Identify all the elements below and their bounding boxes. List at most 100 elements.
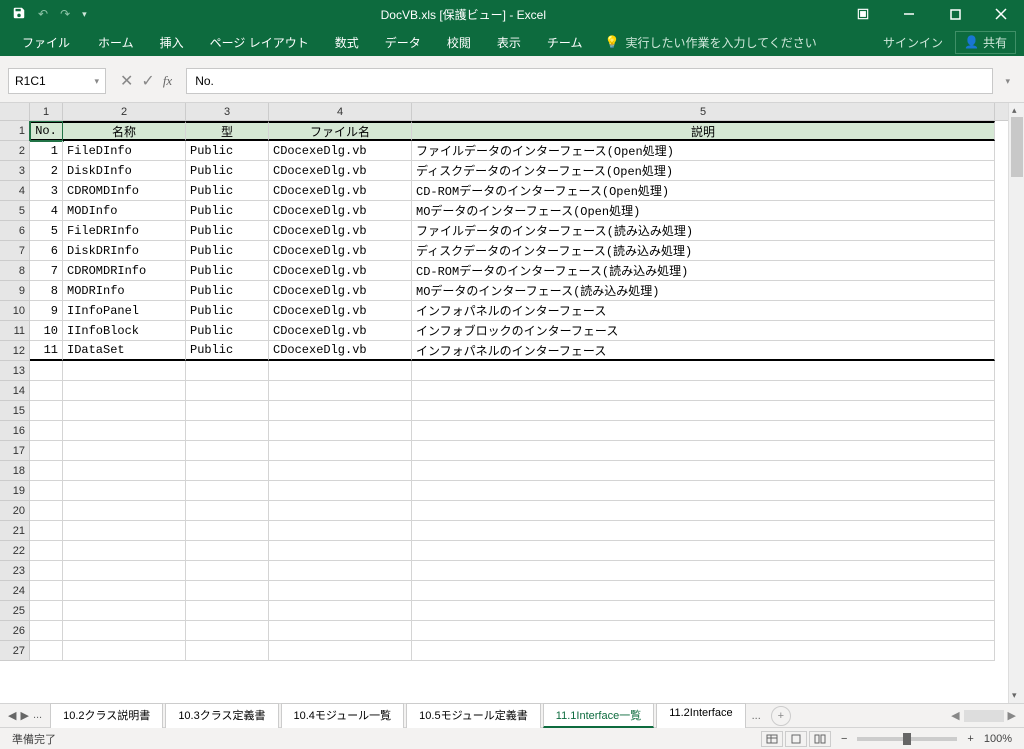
table-cell[interactable]: CDocexeDlg.vb	[269, 341, 412, 361]
table-cell[interactable]	[412, 641, 995, 661]
row-header[interactable]: 20	[0, 501, 30, 521]
table-cell[interactable]	[30, 541, 63, 561]
spreadsheet-grid[interactable]: 12345 1No.名称型ファイル名説明21FileDInfoPublicCDo…	[0, 103, 1024, 703]
row-header[interactable]: 26	[0, 621, 30, 641]
ribbon-tab[interactable]: 表示	[485, 30, 533, 55]
table-cell[interactable]: 10	[30, 321, 63, 341]
sheet-tab[interactable]: 10.3クラス定義書	[165, 703, 278, 728]
row-header[interactable]: 1	[0, 121, 30, 141]
table-cell[interactable]	[412, 521, 995, 541]
row-header[interactable]: 15	[0, 401, 30, 421]
table-cell[interactable]	[412, 581, 995, 601]
table-cell[interactable]	[63, 581, 186, 601]
table-cell[interactable]: Public	[186, 241, 269, 261]
table-header-cell[interactable]: 型	[186, 121, 269, 141]
column-header[interactable]: 5	[412, 103, 995, 120]
sheet-nav-next-icon[interactable]: ▶	[20, 709, 28, 722]
ribbon-tab[interactable]: 校閲	[435, 30, 483, 55]
table-cell[interactable]	[30, 361, 63, 381]
fx-icon[interactable]: fx	[163, 73, 172, 89]
name-box[interactable]: R1C1 ▾	[8, 68, 106, 94]
table-cell[interactable]: ディスクデータのインターフェース(Open処理)	[412, 161, 995, 181]
table-cell[interactable]: CDocexeDlg.vb	[269, 321, 412, 341]
table-header-cell[interactable]: ファイル名	[269, 121, 412, 141]
table-cell[interactable]	[412, 561, 995, 581]
table-cell[interactable]	[412, 441, 995, 461]
table-cell[interactable]: ディスクデータのインターフェース(読み込み処理)	[412, 241, 995, 261]
table-cell[interactable]	[186, 621, 269, 641]
table-cell[interactable]	[186, 581, 269, 601]
table-cell[interactable]	[269, 601, 412, 621]
column-header[interactable]: 4	[269, 103, 412, 120]
zoom-level[interactable]: 100%	[984, 733, 1012, 745]
hscroll-right-icon[interactable]: ▶	[1008, 709, 1016, 722]
table-cell[interactable]: MODRInfo	[63, 281, 186, 301]
expand-formula-icon[interactable]: ▾	[999, 76, 1016, 87]
table-cell[interactable]	[269, 561, 412, 581]
row-header[interactable]: 6	[0, 221, 30, 241]
row-header[interactable]: 8	[0, 261, 30, 281]
table-cell[interactable]: 3	[30, 181, 63, 201]
table-cell[interactable]	[30, 581, 63, 601]
table-cell[interactable]: インフォブロックのインターフェース	[412, 321, 995, 341]
table-cell[interactable]	[30, 461, 63, 481]
table-cell[interactable]: Public	[186, 141, 269, 161]
table-cell[interactable]	[186, 401, 269, 421]
page-break-view-button[interactable]	[809, 731, 831, 747]
close-button[interactable]	[978, 0, 1024, 28]
ribbon-tab[interactable]: 挿入	[148, 30, 196, 55]
sheet-tab[interactable]: 11.2Interface	[656, 703, 745, 728]
ribbon-tab[interactable]: ホーム	[86, 30, 146, 55]
tell-me[interactable]: 💡 実行したい作業を入力してください	[604, 34, 816, 51]
row-header[interactable]: 16	[0, 421, 30, 441]
table-cell[interactable]	[186, 441, 269, 461]
row-header[interactable]: 23	[0, 561, 30, 581]
table-cell[interactable]	[412, 501, 995, 521]
redo-icon[interactable]: ↷	[60, 7, 70, 21]
table-cell[interactable]	[63, 481, 186, 501]
maximize-button[interactable]	[932, 0, 978, 28]
table-cell[interactable]: CDocexeDlg.vb	[269, 201, 412, 221]
page-layout-view-button[interactable]	[785, 731, 807, 747]
table-cell[interactable]: ファイルデータのインターフェース(読み込み処理)	[412, 221, 995, 241]
table-cell[interactable]: インフォパネルのインターフェース	[412, 341, 995, 361]
scroll-down-icon[interactable]: ▾	[1012, 690, 1017, 701]
table-cell[interactable]	[30, 521, 63, 541]
table-cell[interactable]	[269, 481, 412, 501]
table-cell[interactable]	[63, 381, 186, 401]
table-cell[interactable]	[412, 381, 995, 401]
table-cell[interactable]: FileDRInfo	[63, 221, 186, 241]
row-header[interactable]: 3	[0, 161, 30, 181]
table-cell[interactable]	[63, 601, 186, 621]
table-cell[interactable]: Public	[186, 161, 269, 181]
ribbon-tab[interactable]: データ	[373, 30, 433, 55]
table-cell[interactable]	[63, 621, 186, 641]
sheet-more[interactable]: ...	[748, 710, 765, 722]
table-cell[interactable]	[30, 561, 63, 581]
table-cell[interactable]	[269, 461, 412, 481]
table-cell[interactable]	[30, 401, 63, 421]
sheet-tab[interactable]: 10.5モジュール定義書	[406, 703, 541, 728]
table-cell[interactable]	[412, 401, 995, 421]
table-cell[interactable]: CDROMDRInfo	[63, 261, 186, 281]
table-cell[interactable]	[269, 421, 412, 441]
vertical-scrollbar[interactable]: ▴ ▾	[1008, 103, 1024, 703]
column-header[interactable]: 1	[30, 103, 63, 120]
row-header[interactable]: 12	[0, 341, 30, 361]
table-cell[interactable]: FileDInfo	[63, 141, 186, 161]
table-cell[interactable]	[186, 481, 269, 501]
table-cell[interactable]: 11	[30, 341, 63, 361]
table-cell[interactable]	[186, 421, 269, 441]
table-cell[interactable]: MOデータのインターフェース(読み込み処理)	[412, 281, 995, 301]
table-cell[interactable]: CD-ROMデータのインターフェース(Open処理)	[412, 181, 995, 201]
minimize-button[interactable]	[886, 0, 932, 28]
table-cell[interactable]: CDROMDInfo	[63, 181, 186, 201]
table-header-cell[interactable]: 説明	[412, 121, 995, 141]
table-cell[interactable]	[269, 361, 412, 381]
table-cell[interactable]	[269, 401, 412, 421]
row-header[interactable]: 21	[0, 521, 30, 541]
table-cell[interactable]	[30, 421, 63, 441]
table-cell[interactable]	[63, 401, 186, 421]
table-cell[interactable]	[30, 501, 63, 521]
chevron-down-icon[interactable]: ▾	[94, 76, 99, 87]
